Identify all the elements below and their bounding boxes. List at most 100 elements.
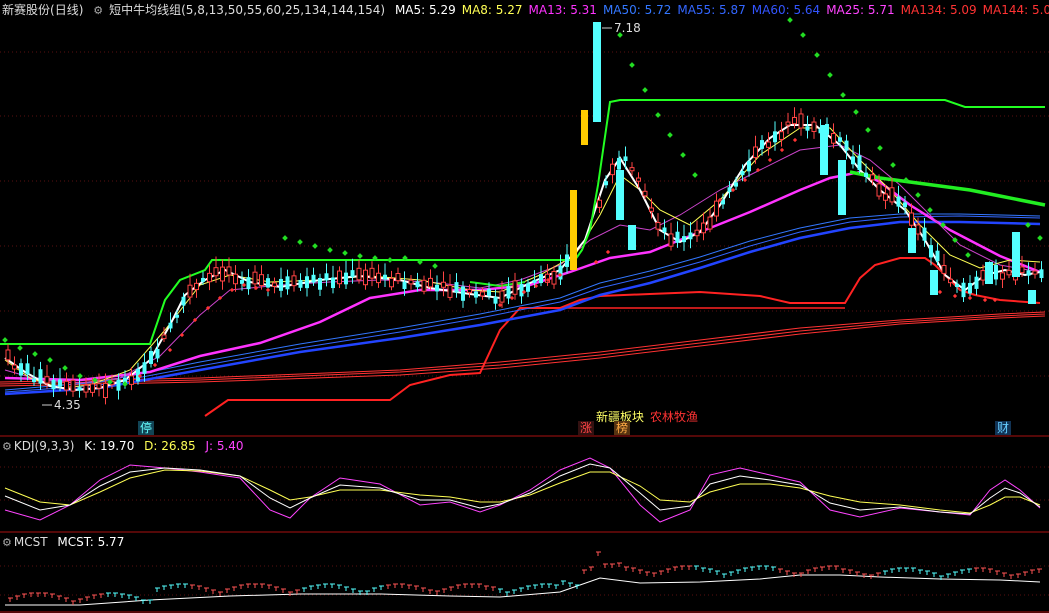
candle-body	[415, 281, 420, 288]
mcst-line	[5, 574, 1041, 606]
ma-value-0: MA5: 5.29	[394, 3, 456, 17]
candle-body	[604, 181, 608, 186]
stock-chart[interactable]	[0, 0, 1049, 613]
candle-body	[831, 133, 836, 144]
candle-body	[908, 228, 916, 253]
candle-body	[820, 125, 828, 175]
candle-body	[740, 171, 745, 176]
candle-body	[649, 207, 654, 212]
candle-body	[838, 160, 846, 215]
sar-dot-red	[982, 297, 988, 303]
candle-body	[994, 264, 998, 280]
candle-body	[298, 279, 303, 288]
sar-dot-red	[730, 187, 736, 193]
indicator-name[interactable]: 短中牛均线组(5,8,13,50,55,60,25,134,144,154)	[109, 3, 385, 17]
marker-rank[interactable]: 榜	[614, 421, 631, 435]
candle-body	[77, 387, 82, 391]
candle-body	[929, 245, 933, 258]
kdj-d-value: D: 26.85	[144, 439, 196, 453]
candle-body	[935, 250, 940, 262]
indicator-dots	[2, 17, 1043, 387]
sar-dot-green	[840, 92, 846, 98]
candle-body	[324, 273, 329, 281]
sar-dot-red	[792, 137, 798, 143]
mcst-value: MCST: 5.77	[57, 535, 125, 549]
sar-dot-green	[312, 243, 318, 249]
highlight-bar-2	[581, 110, 588, 145]
candle-body	[474, 291, 478, 298]
marker-halt[interactable]: 停	[138, 421, 155, 435]
candle-body	[512, 280, 518, 295]
candle-body	[155, 348, 160, 359]
candle-body	[266, 278, 270, 288]
candle-body	[623, 156, 628, 162]
candle-body	[12, 364, 17, 370]
candle-body	[116, 379, 121, 391]
candle-body	[519, 283, 524, 297]
marker-finance[interactable]: 财	[995, 421, 1012, 435]
candle-body	[447, 284, 453, 298]
ma-value-7: MA134: 5.09	[900, 3, 977, 17]
candle-body	[734, 182, 738, 187]
mcst-name[interactable]: MCST	[14, 535, 48, 549]
sector-label-agriculture[interactable]: 农林牧渔	[650, 410, 698, 424]
sar-dot-red	[265, 287, 271, 293]
candle-body	[161, 334, 167, 340]
candle-body	[838, 137, 842, 142]
candle-body	[421, 279, 427, 292]
candle-body	[747, 161, 751, 172]
marker-limit-up[interactable]: 涨	[578, 421, 595, 435]
sar-dot-green	[432, 263, 438, 269]
candle-body	[889, 187, 895, 203]
candle-body	[864, 172, 868, 177]
candle-body	[857, 155, 862, 171]
candle-body	[526, 283, 530, 292]
candle-body	[597, 199, 602, 208]
candle-body	[642, 190, 648, 197]
sar-dot-green	[297, 239, 303, 245]
sar-dot-green	[387, 257, 393, 263]
sar-dot-green	[692, 172, 698, 178]
settings-icon[interactable]: ⚙	[2, 536, 12, 549]
sar-dot-green	[915, 192, 921, 198]
candle-body	[428, 277, 433, 288]
main-header: 新赛股份(日线) ⚙ 短中牛均线组(5,8,13,50,55,60,25,134,…	[2, 2, 1049, 18]
candle-body	[480, 291, 485, 297]
kdj-k-value: K: 19.70	[84, 439, 135, 453]
high-price-label: 7.18	[614, 21, 641, 35]
candle-body	[493, 296, 498, 304]
candle-body	[441, 281, 446, 288]
candle-body	[356, 267, 362, 281]
sar-dot-red	[605, 249, 611, 255]
candle-body	[701, 222, 706, 234]
candle-body	[83, 384, 89, 393]
candle-body	[350, 270, 355, 277]
kdj-name[interactable]: KDJ(9,3,3)	[14, 439, 75, 453]
candle-body	[90, 383, 95, 393]
kdj-d-line	[4, 469, 1041, 514]
sar-dot-red	[767, 157, 773, 163]
sar-dot-green	[890, 162, 896, 168]
candle-body	[930, 270, 938, 295]
sar-dot-green	[800, 32, 806, 38]
candle-body	[707, 216, 713, 230]
settings-icon[interactable]: ⚙	[2, 440, 12, 453]
candle-body	[903, 202, 907, 208]
candle-body	[628, 225, 636, 250]
candle-body	[376, 272, 381, 284]
sar-dot-green	[47, 357, 53, 363]
candle-body	[694, 229, 700, 237]
candle-body	[70, 379, 76, 392]
settings-icon[interactable]: ⚙	[93, 4, 103, 17]
ma5-line	[4, 124, 1041, 392]
candle-body	[285, 276, 290, 290]
ma-value-2: MA13: 5.31	[528, 3, 597, 17]
candle-body	[311, 274, 316, 283]
candle-body	[851, 156, 855, 165]
sar-dot-green	[1037, 235, 1043, 241]
period-label: (日线)	[50, 3, 84, 17]
candle-body	[610, 163, 615, 176]
candle-body	[44, 376, 50, 384]
candle-body	[551, 270, 557, 285]
stock-name[interactable]: 新赛股份	[2, 3, 50, 17]
